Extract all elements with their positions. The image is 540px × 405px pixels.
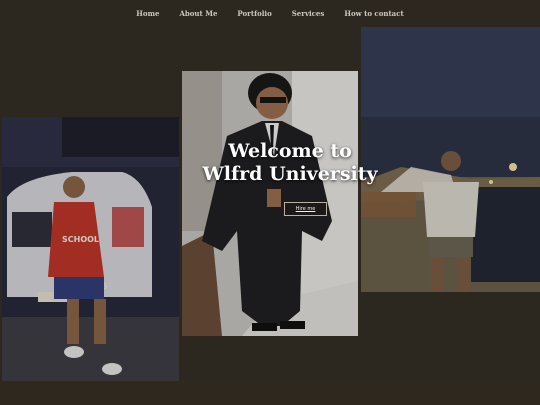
nav-services[interactable]: Services [292, 9, 325, 18]
nav-how-to-contact[interactable]: How to contact [344, 9, 403, 18]
nav-portfolio[interactable]: Portfolio [237, 9, 271, 18]
photo-suit-portrait [182, 71, 358, 336]
nav-about-me[interactable]: About Me [179, 9, 217, 18]
top-nav: Home About Me Portfolio Services How to … [0, 0, 540, 26]
hire-me-button[interactable]: Hire me [284, 202, 327, 216]
nav-home[interactable]: Home [136, 9, 159, 18]
hero-title: Welcome to Wlfrd University [200, 140, 380, 186]
hero-title-line1: Welcome to [228, 140, 352, 162]
jersey-text: SCHOOL [62, 235, 99, 244]
hero-title-line2: Wlfrd University [202, 163, 378, 185]
photo-jersey-car: SCHOOL 15 [2, 117, 179, 381]
photo-night-event [361, 27, 540, 292]
